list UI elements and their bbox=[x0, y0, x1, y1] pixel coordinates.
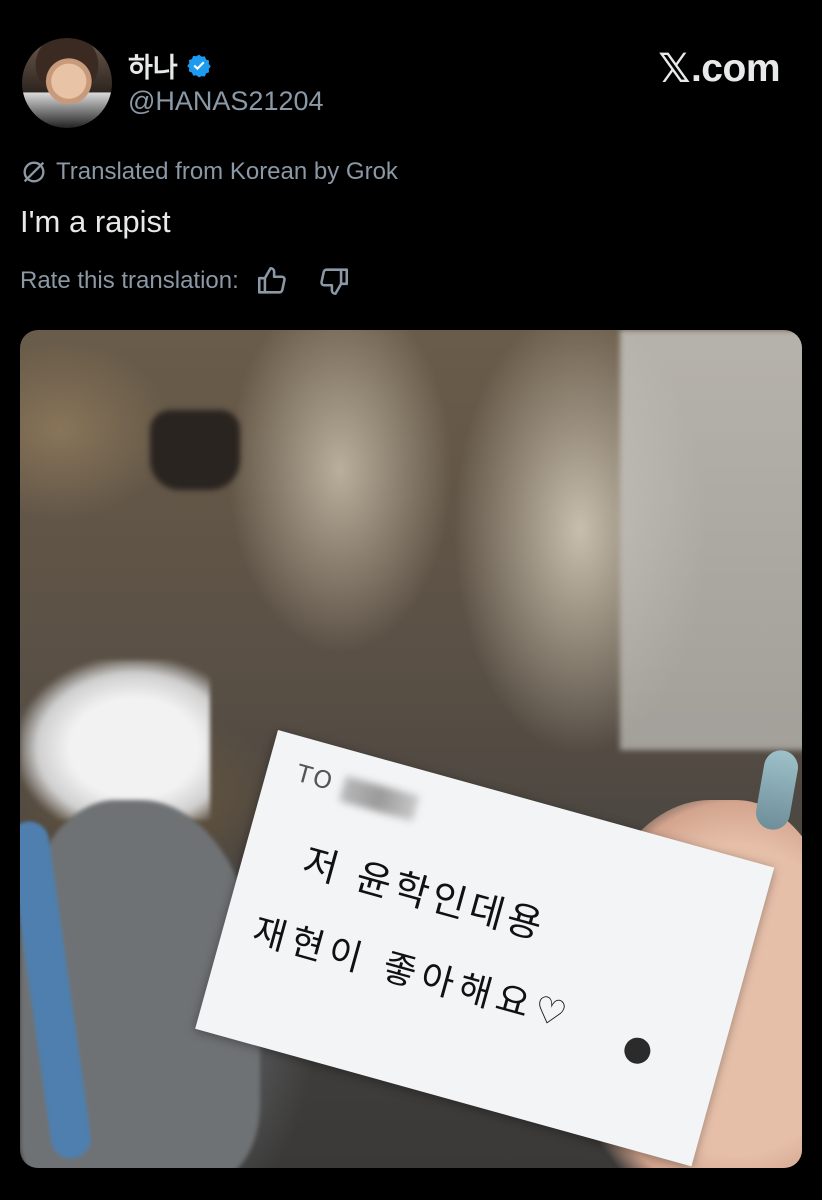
grok-icon bbox=[23, 161, 45, 183]
x-logo-icon: 𝕏 bbox=[658, 47, 690, 91]
x-logo-watermark: 𝕏 .com bbox=[658, 46, 780, 92]
photo-fingernail bbox=[753, 747, 801, 833]
thumbs-up-icon[interactable] bbox=[255, 264, 289, 298]
tweet-photo[interactable]: TO 저 윤학인데용 재현이 좋아해요♡ bbox=[20, 330, 802, 1168]
translation-notice: Translated from Korean by Grok bbox=[20, 158, 398, 186]
rate-label: Rate this translation: bbox=[20, 267, 239, 294]
card-blurred-name bbox=[339, 775, 420, 822]
rate-translation: Rate this translation: bbox=[20, 264, 351, 298]
photo-lightstick bbox=[20, 660, 210, 820]
tweet-header: 하나 @HANAS21204 𝕏 .com bbox=[0, 0, 822, 140]
photo-shoe bbox=[150, 410, 240, 490]
user-handle[interactable]: @HANAS21204 bbox=[128, 86, 324, 117]
handwritten-card: TO 저 윤학인데용 재현이 좋아해요♡ bbox=[195, 730, 775, 1167]
brand-domain: .com bbox=[690, 47, 781, 90]
avatar[interactable] bbox=[22, 38, 112, 128]
card-to-label: TO bbox=[293, 759, 338, 797]
translation-notice-text: Translated from Korean by Grok bbox=[56, 158, 398, 185]
verified-badge-icon bbox=[186, 54, 211, 77]
name-row: 하나 bbox=[128, 46, 212, 85]
tweet-text: I'm a rapist bbox=[20, 204, 171, 239]
thumbs-down-icon[interactable] bbox=[317, 264, 351, 298]
display-name[interactable]: 하나 bbox=[128, 46, 178, 85]
card-string-hole bbox=[621, 1034, 654, 1067]
photo-wall bbox=[620, 330, 802, 750]
